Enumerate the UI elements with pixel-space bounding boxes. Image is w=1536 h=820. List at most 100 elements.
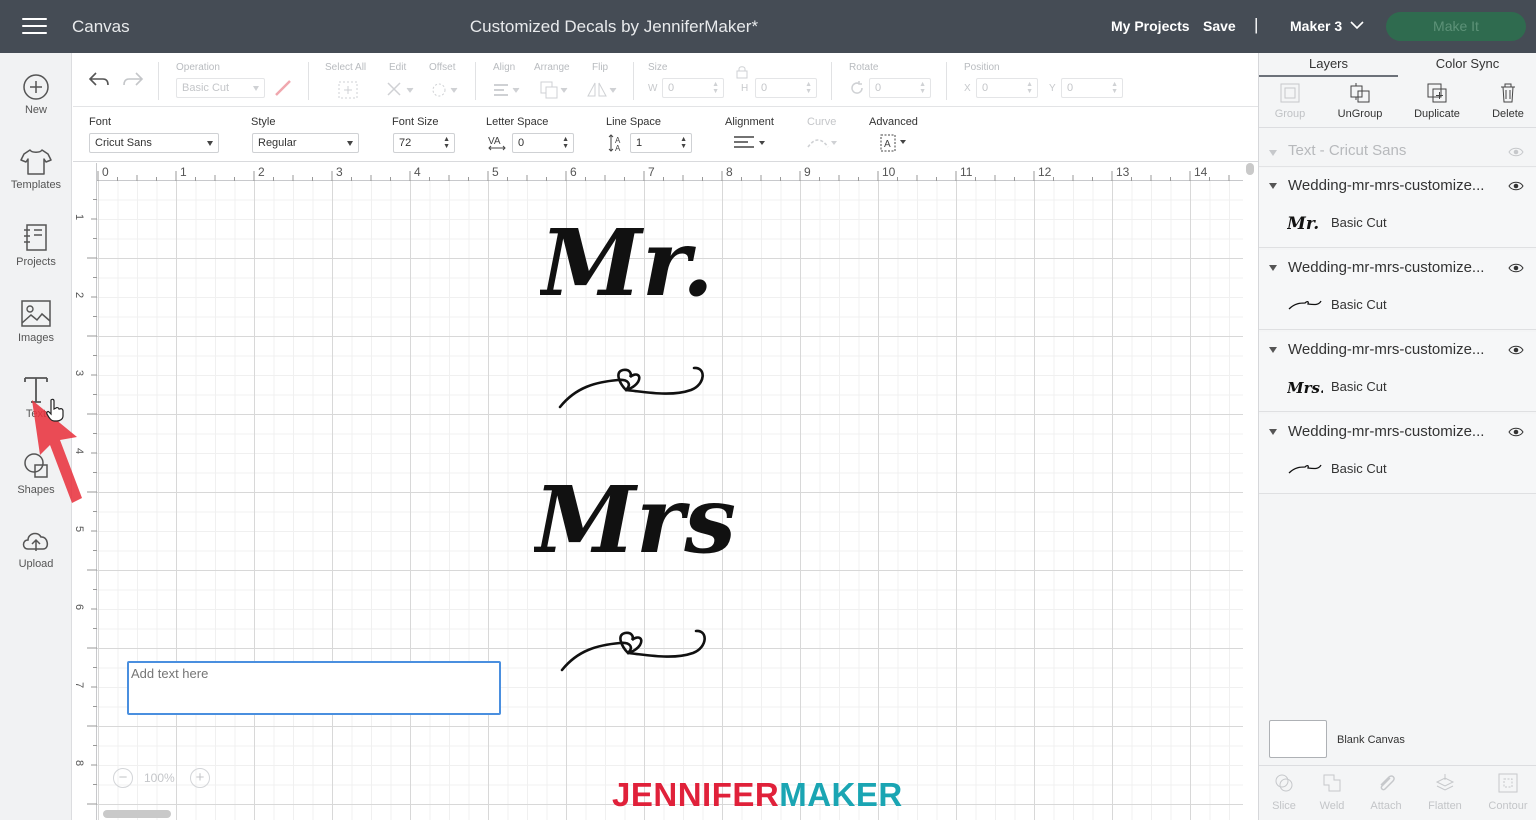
image-icon <box>21 300 51 327</box>
sidebar-item-templates[interactable]: Templates <box>0 148 72 191</box>
ruler-label: 13 <box>1116 165 1130 179</box>
curve-icon[interactable] <box>806 135 838 151</box>
layer-operation-label: Basic Cut <box>1331 215 1387 230</box>
redo-icon[interactable] <box>122 70 144 88</box>
machine-selector[interactable]: Maker 3 <box>1290 18 1364 34</box>
alignment-icon[interactable] <box>732 135 768 151</box>
stepper-icon: ▲ ▼ <box>562 136 569 150</box>
font-select[interactable]: Cricut Sans <box>89 133 219 153</box>
ruler-label: 14 <box>1194 165 1208 179</box>
layer-text-cricut-sans[interactable]: Text - Cricut Sans <box>1259 139 1536 167</box>
flip-icon[interactable] <box>586 80 618 100</box>
undo-icon[interactable] <box>88 70 110 88</box>
eye-icon[interactable] <box>1508 180 1524 192</box>
layer-text-label: Text - Cricut Sans <box>1288 142 1407 159</box>
toolbar-divider <box>475 62 476 100</box>
horizontal-scrollbar[interactable] <box>103 810 171 818</box>
line-space-value: 1 <box>636 137 643 149</box>
svg-text:A: A <box>615 144 621 153</box>
sidebar-item-new[interactable]: New <box>0 73 72 116</box>
line-space-input[interactable]: 1 ▲ ▼ <box>630 133 692 153</box>
upload-cloud-icon <box>22 532 49 551</box>
attach-button[interactable]: Attach <box>1361 772 1411 812</box>
design-heart-swirl-1[interactable] <box>556 362 712 412</box>
group-button[interactable]: Group <box>1255 82 1325 120</box>
ungroup-button[interactable]: UnGroup <box>1325 82 1395 120</box>
arrange-label: Arrange <box>534 62 570 73</box>
eye-icon[interactable] <box>1508 146 1524 158</box>
select-all-icon[interactable] <box>337 80 359 100</box>
weld-icon <box>1323 774 1341 792</box>
eye-icon[interactable] <box>1508 426 1524 438</box>
design-mr[interactable]: Mr. <box>540 205 730 315</box>
offset-label: Offset <box>429 62 456 73</box>
layer-group[interactable]: Wedding-mr-mrs-customize... Mrs. Basic C… <box>1259 332 1536 412</box>
ruler-label: 1 <box>180 165 187 179</box>
font-size-label: Font Size <box>392 116 439 128</box>
pen-color-icon[interactable] <box>273 78 293 98</box>
collapse-arrow-icon[interactable] <box>1269 347 1277 353</box>
blank-canvas-swatch[interactable] <box>1269 720 1327 758</box>
arrange-icon[interactable] <box>539 80 569 100</box>
weld-button[interactable]: Weld <box>1307 772 1357 812</box>
tab-color-sync[interactable]: Color Sync <box>1398 53 1536 77</box>
make-it-button[interactable]: Make It <box>1386 12 1526 41</box>
tab-layers[interactable]: Layers <box>1259 53 1398 77</box>
design-heart-swirl-2[interactable] <box>558 625 714 675</box>
add-text-box[interactable] <box>127 661 501 715</box>
offset-icon[interactable] <box>429 80 459 100</box>
collapse-arrow-icon[interactable] <box>1269 429 1277 435</box>
width-input[interactable]: 0 ▲ ▼ <box>662 78 724 98</box>
style-select[interactable]: Regular <box>252 133 359 153</box>
toolbar-divider <box>158 62 159 100</box>
slice-button[interactable]: Slice <box>1259 772 1309 812</box>
rotate-input[interactable]: 0 ▲ ▼ <box>869 78 931 98</box>
y-position-input[interactable]: 0 ▲ ▼ <box>1061 78 1123 98</box>
toolbar-divider <box>308 62 309 100</box>
sidebar-item-images[interactable]: Images <box>0 299 72 344</box>
contour-button[interactable]: Contour <box>1483 772 1533 812</box>
edit-scissors-icon[interactable] <box>385 80 415 100</box>
svg-text:A: A <box>884 139 891 150</box>
duplicate-button[interactable]: Duplicate <box>1402 82 1472 120</box>
design-mrs[interactable]: Mrs. <box>534 462 739 582</box>
align-label: Align <box>493 62 516 73</box>
x-label: X <box>964 83 971 94</box>
ruler-label: 5 <box>73 525 86 533</box>
layer-group[interactable]: Wedding-mr-mrs-customize... Basic Cut <box>1259 414 1536 494</box>
eye-icon[interactable] <box>1508 262 1524 274</box>
sidebar-item-label: Templates <box>10 179 62 191</box>
save-button[interactable]: Save <box>1203 18 1236 34</box>
zoom-in-button[interactable]: + <box>190 768 210 788</box>
advanced-icon[interactable]: A <box>879 133 909 153</box>
collapse-arrow-icon[interactable] <box>1269 265 1277 271</box>
layer-thumbnail: Mrs. <box>1287 379 1323 396</box>
collapse-arrow-icon <box>1269 150 1277 156</box>
ruler-label: 6 <box>570 165 577 179</box>
vertical-scrollbar[interactable] <box>1246 163 1254 175</box>
zoom-out-button[interactable]: − <box>113 768 133 788</box>
layer-thumbnail: Mr. <box>1287 214 1319 232</box>
font-size-input[interactable]: 72 ▲ ▼ <box>393 133 455 153</box>
contour-icon <box>1498 773 1518 793</box>
eye-icon[interactable] <box>1508 344 1524 356</box>
delete-button[interactable]: Delete <box>1473 82 1536 120</box>
my-projects-link[interactable]: My Projects <box>1111 18 1190 34</box>
layer-group[interactable]: Wedding-mr-mrs-customize... Mr. Basic Cu… <box>1259 168 1536 248</box>
sidebar-item-upload[interactable]: Upload <box>0 527 72 570</box>
layer-group[interactable]: Wedding-mr-mrs-customize... Basic Cut <box>1259 250 1536 330</box>
letter-space-input[interactable]: 0 ▲ ▼ <box>512 133 574 153</box>
align-icon[interactable] <box>491 80 521 100</box>
height-input[interactable]: 0 ▲ ▼ <box>755 78 817 98</box>
lock-icon[interactable] <box>736 65 748 79</box>
sidebar-item-projects[interactable]: Projects <box>0 223 72 268</box>
collapse-arrow-icon[interactable] <box>1269 183 1277 189</box>
flatten-button[interactable]: Flatten <box>1420 772 1470 812</box>
slice-icon <box>1275 774 1293 792</box>
thumb-text: Mrs. <box>1287 379 1323 396</box>
machine-label: Maker 3 <box>1290 18 1343 34</box>
operation-select[interactable]: Basic Cut <box>176 78 265 98</box>
weld-label: Weld <box>1319 800 1345 812</box>
x-position-input[interactable]: 0 ▲ ▼ <box>976 78 1038 98</box>
document-title: Customized Decals by JenniferMaker* <box>469 17 759 36</box>
